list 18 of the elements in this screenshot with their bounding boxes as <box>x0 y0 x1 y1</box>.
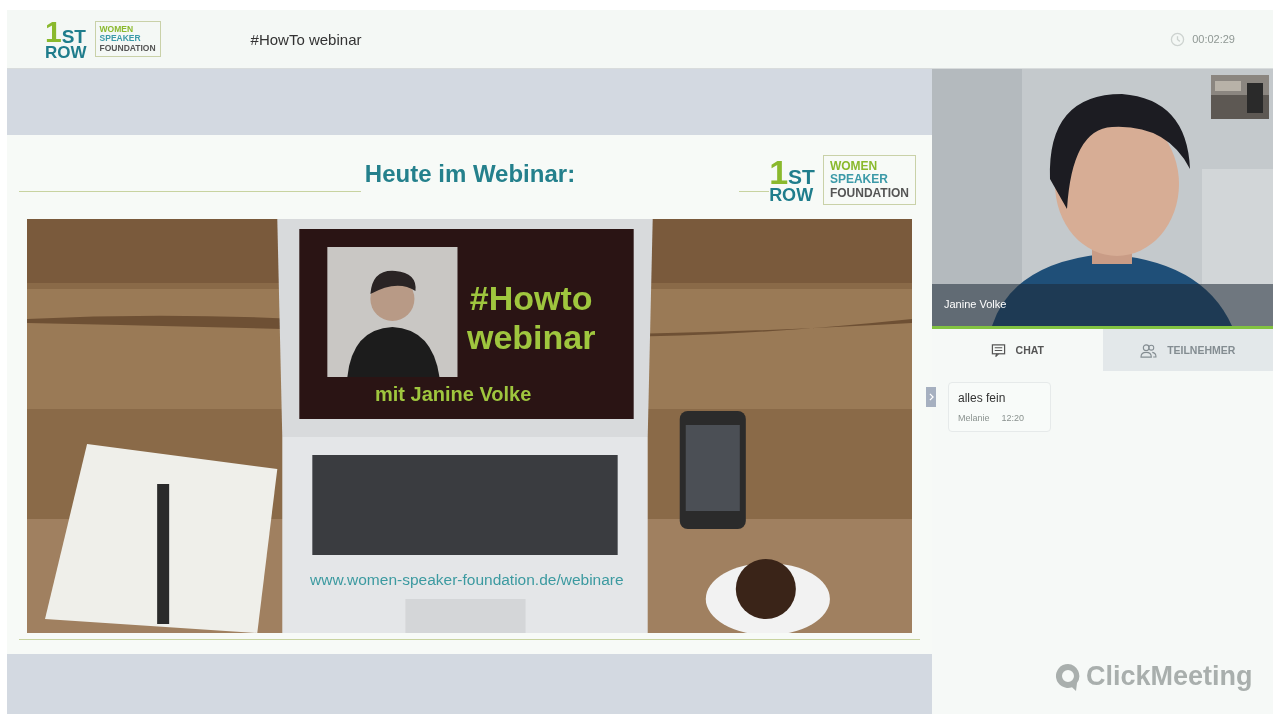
slide-url: www.women-speaker-foundation.de/webinare <box>310 571 624 589</box>
slide-headline: webinar <box>467 318 596 358</box>
message-text: alles fein <box>958 391 1007 405</box>
slide-title: Heute im Webinar: <box>363 160 577 188</box>
people-icon <box>1140 342 1158 358</box>
slide-subtitle: mit Janine Volke <box>375 383 532 406</box>
message-time: 12:20 <box>1001 413 1025 423</box>
elapsed-time: 00:02:29 <box>1192 33 1235 45</box>
clock-icon <box>1170 31 1186 47</box>
chat-icon <box>990 342 1006 358</box>
message-author: Melanie <box>958 413 990 423</box>
logo: 1ST ROW WOMEN SPEAKER FOUNDATION <box>45 17 161 61</box>
webinar-title: #HowTo webinar <box>250 30 362 48</box>
brand-name: ClickMeeting <box>1086 661 1253 692</box>
slide-logo: 1ST ROW WOMEN SPEAKER FOUNDATION <box>769 155 916 205</box>
brand-logo-icon <box>1054 661 1082 692</box>
slide-headline: #Howto <box>469 279 593 319</box>
collapse-handle[interactable] <box>926 387 936 407</box>
